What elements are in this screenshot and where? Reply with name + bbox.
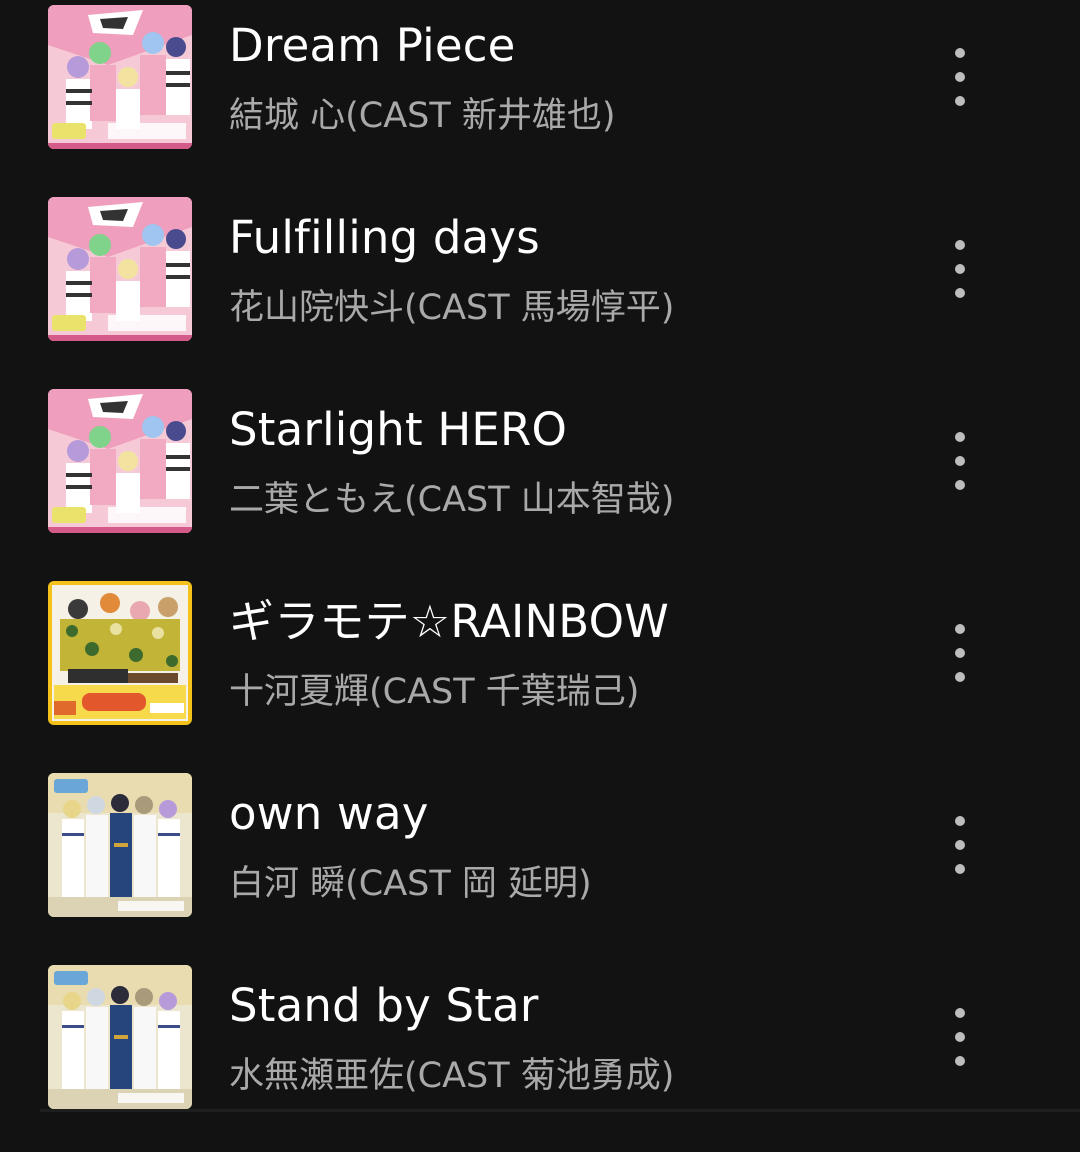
track-artist: 二葉ともえ(CAST 山本智哉): [229, 480, 675, 520]
pink-team-cover-icon: [48, 197, 192, 341]
track-row-stand-by-star[interactable]: Stand by Star 水無瀬亜佐(CAST 菊池勇成): [0, 960, 1080, 1152]
white-team-cover-icon: [48, 773, 192, 917]
track-row-own-way[interactable]: own way 白河 瞬(CAST 岡 延明): [0, 768, 1080, 960]
track-title: Dream Piece: [229, 19, 516, 72]
more-vert-icon: [955, 432, 965, 442]
track-row-dream-piece[interactable]: Dream Piece 結城 心(CAST 新井雄也): [0, 0, 1080, 192]
album-art: [48, 197, 192, 341]
more-vert-icon: [955, 1008, 965, 1018]
track-title: Fulfilling days: [229, 211, 540, 264]
more-options-button[interactable]: [930, 616, 990, 692]
track-title: Stand by Star: [229, 979, 539, 1032]
more-vert-icon: [955, 48, 965, 58]
pink-team-cover-icon: [48, 5, 192, 149]
track-row-starlight-hero[interactable]: Starlight HERO 二葉ともえ(CAST 山本智哉): [0, 384, 1080, 576]
track-title: ギラモテ☆RAINBOW: [229, 595, 669, 648]
more-vert-icon: [955, 240, 965, 250]
track-artist: 白河 瞬(CAST 岡 延明): [229, 864, 592, 904]
track-row-giramote-rainbow[interactable]: ギラモテ☆RAINBOW 十河夏輝(CAST 千葉瑞己): [0, 576, 1080, 768]
track-title: Starlight HERO: [229, 403, 568, 456]
more-options-button[interactable]: [930, 1000, 990, 1076]
track-artist: 結城 心(CAST 新井雄也): [229, 96, 616, 136]
album-art: [48, 389, 192, 533]
album-art: [48, 773, 192, 917]
album-art: [48, 965, 192, 1109]
more-vert-icon: [955, 624, 965, 634]
track-artist: 花山院快斗(CAST 馬場惇平): [229, 288, 675, 328]
white-team-cover-icon: [48, 965, 192, 1109]
track-artist: 十河夏輝(CAST 千葉瑞己): [229, 672, 640, 712]
more-options-button[interactable]: [930, 40, 990, 116]
track-list: Dream Piece 結城 心(CAST 新井雄也) Fulfilling d…: [0, 0, 1080, 1112]
album-art: [48, 581, 192, 725]
more-options-button[interactable]: [930, 232, 990, 308]
more-vert-icon: [955, 816, 965, 826]
album-art: [48, 5, 192, 149]
track-artist: 水無瀬亜佐(CAST 菊池勇成): [229, 1056, 675, 1096]
track-title: own way: [229, 787, 429, 840]
more-options-button[interactable]: [930, 808, 990, 884]
more-options-button[interactable]: [930, 424, 990, 500]
track-row-fulfilling-days[interactable]: Fulfilling days 花山院快斗(CAST 馬場惇平): [0, 192, 1080, 384]
pink-team-cover-icon: [48, 389, 192, 533]
yellow-team-cover-icon: [48, 581, 192, 725]
